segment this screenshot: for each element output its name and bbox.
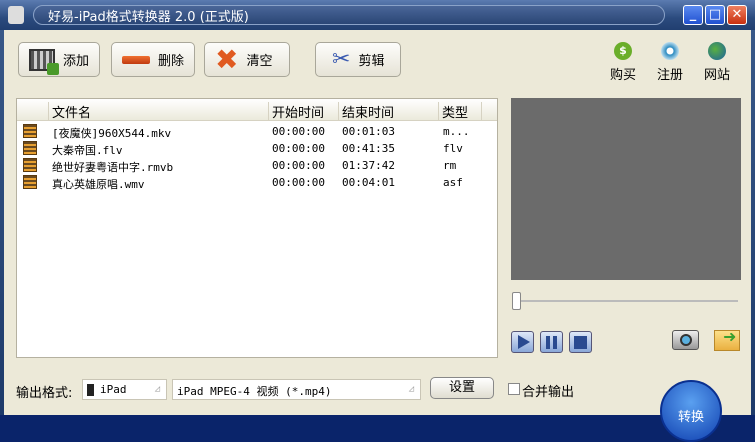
stop-icon: [574, 336, 587, 349]
website-label: 网站: [703, 68, 730, 83]
clip-button[interactable]: ✂ 剪辑: [315, 42, 401, 77]
pause-icon: [546, 336, 557, 349]
clear-label: 清空: [246, 54, 273, 69]
column-filename[interactable]: 文件名: [48, 102, 268, 121]
file-name: 大秦帝国.flv: [52, 144, 123, 157]
column-end[interactable]: 结束时间: [338, 102, 438, 121]
camera-icon[interactable]: [672, 330, 699, 350]
column-filler: [481, 102, 497, 121]
clip-label: 剪辑: [358, 54, 385, 69]
register-icon: [661, 42, 679, 60]
convert-button[interactable]: 转换: [660, 380, 722, 442]
clear-button[interactable]: ✖ 清空: [204, 42, 290, 77]
title-bar: 好易-iPad格式转换器 2.0 (正式版) _ □ ✕: [0, 0, 755, 30]
buy-label: 购买: [609, 68, 636, 83]
video-file-icon: [23, 158, 37, 172]
delete-label: 删除: [158, 54, 185, 69]
start-time: 00:00:00: [272, 176, 325, 189]
window-title: 好易-iPad格式转换器 2.0 (正式版): [48, 10, 249, 25]
device-value: iPad: [100, 383, 127, 396]
x-icon: ✖: [215, 42, 239, 76]
file-type: asf: [443, 176, 463, 189]
delete-button[interactable]: 删除: [111, 42, 195, 77]
website-link[interactable]: 网站: [697, 42, 737, 83]
stop-button[interactable]: [569, 331, 592, 353]
buy-link[interactable]: $ 购买: [603, 42, 643, 83]
register-label: 注册: [656, 68, 683, 83]
list-header: 文件名 开始时间 结束时间 类型: [17, 99, 497, 121]
file-name: 真心英雄原唱.wmv: [52, 178, 145, 191]
device-select[interactable]: iPad ◿: [82, 379, 167, 400]
ipad-icon: [87, 384, 94, 396]
add-label: 添加: [63, 54, 90, 69]
file-list: 文件名 开始时间 结束时间 类型 [夜魔侠]960X544.mkv 00:00:…: [16, 98, 498, 358]
film-add-icon: [29, 48, 59, 75]
format-select[interactable]: iPad MPEG-4 视频 (*.mp4) ◿: [172, 379, 421, 400]
end-time: 01:37:42: [342, 159, 395, 172]
minimize-button[interactable]: _: [683, 5, 703, 25]
seek-thumb[interactable]: [512, 292, 521, 310]
column-type[interactable]: 类型: [438, 102, 481, 121]
dropdown-arrow-icon: ◿: [408, 384, 414, 394]
table-row[interactable]: 绝世好妻粤语中字.rmvb 00:00:00 01:37:42 rm: [17, 157, 497, 174]
scissors-icon: ✂: [332, 47, 351, 72]
table-row[interactable]: 真心英雄原唱.wmv 00:00:00 00:04:01 asf: [17, 174, 497, 191]
video-file-icon: [23, 141, 37, 155]
main-panel: 添加 删除 ✖ 清空 ✂ 剪辑 $ 购买 注册 网站 文件名 开始时间 结束时间 …: [4, 30, 751, 442]
video-file-icon: [23, 124, 37, 138]
icon-column-header: [17, 102, 48, 121]
close-button[interactable]: ✕: [727, 5, 747, 25]
globe-icon: [708, 42, 726, 60]
table-row[interactable]: [夜魔侠]960X544.mkv 00:00:00 00:01:03 m...: [17, 123, 497, 140]
merge-checkbox[interactable]: [508, 383, 520, 395]
register-link[interactable]: 注册: [650, 42, 690, 83]
start-time: 00:00:00: [272, 125, 325, 138]
merge-label: 合并输出: [522, 385, 575, 400]
file-type: flv: [443, 142, 463, 155]
column-start[interactable]: 开始时间: [268, 102, 338, 121]
file-name: 绝世好妻粤语中字.rmvb: [52, 161, 174, 174]
end-time: 00:41:35: [342, 142, 395, 155]
end-time: 00:04:01: [342, 176, 395, 189]
convert-label: 转换: [677, 410, 704, 425]
minus-icon: [122, 55, 150, 64]
file-type: m...: [443, 125, 470, 138]
app-window: 好易-iPad格式转换器 2.0 (正式版) _ □ ✕ 添加 删除 ✖ 清空 …: [0, 0, 755, 442]
open-folder-icon[interactable]: ➜: [714, 327, 740, 351]
app-icon: [8, 6, 24, 24]
output-format-label: 输出格式:: [16, 386, 73, 401]
seek-track[interactable]: [516, 300, 738, 302]
pause-button[interactable]: [540, 331, 563, 353]
play-icon: [518, 335, 530, 349]
settings-button[interactable]: 设置: [430, 377, 494, 399]
dropdown-arrow-icon: ◿: [154, 384, 160, 394]
file-type: rm: [443, 159, 457, 172]
play-button[interactable]: [511, 331, 534, 353]
end-time: 00:01:03: [342, 125, 395, 138]
file-name: [夜魔侠]960X544.mkv: [52, 127, 172, 140]
dollar-icon: $: [614, 42, 632, 60]
video-file-icon: [23, 175, 37, 189]
start-time: 00:00:00: [272, 142, 325, 155]
video-preview: [511, 98, 741, 280]
format-value: iPad MPEG-4 视频 (*.mp4): [177, 385, 332, 398]
table-row[interactable]: 大秦帝国.flv 00:00:00 00:41:35 flv: [17, 140, 497, 157]
add-button[interactable]: 添加: [18, 42, 100, 77]
maximize-button[interactable]: □: [705, 5, 725, 25]
start-time: 00:00:00: [272, 159, 325, 172]
